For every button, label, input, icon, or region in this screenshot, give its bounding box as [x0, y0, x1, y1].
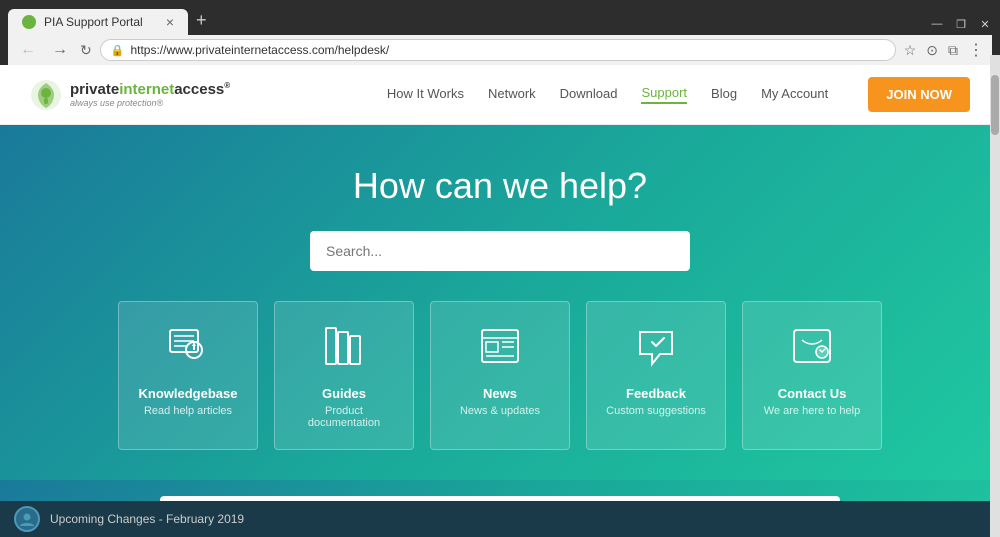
nav-download[interactable]: Download — [560, 86, 618, 103]
forward-button[interactable]: → — [48, 39, 72, 61]
active-tab[interactable]: PIA Support Portal × — [8, 9, 188, 35]
close-button[interactable]: ✕ — [978, 17, 992, 31]
site-navigation: privateinternetaccess® always use protec… — [0, 65, 1000, 125]
website-content: privateinternetaccess® always use protec… — [0, 65, 1000, 537]
feedback-title: Feedback — [603, 386, 709, 401]
nav-blog[interactable]: Blog — [711, 86, 737, 103]
minimize-button[interactable]: — — [930, 17, 944, 31]
guides-title: Guides — [291, 386, 397, 401]
logo-icon — [30, 79, 62, 111]
knowledgebase-icon — [135, 322, 241, 376]
feedback-subtitle: Custom suggestions — [603, 405, 709, 417]
cards-row: Knowledgebase Read help articles Guides … — [20, 301, 980, 450]
back-button[interactable]: ← — [16, 39, 40, 61]
address-actions: ☆ ⊙ ⧉ ⋮ — [904, 40, 984, 60]
nav-how-it-works[interactable]: How It Works — [387, 86, 464, 103]
hero-section: How can we help? — [0, 125, 1000, 480]
scrollbar[interactable] — [990, 55, 1000, 537]
browser-chrome: PIA Support Portal × + — ❒ ✕ ← → ↻ 🔒 htt… — [0, 0, 1000, 65]
logo-tagline: always use protection® — [70, 98, 230, 108]
new-tab-button[interactable]: + — [188, 6, 215, 35]
contact-card[interactable]: Contact Us We are here to help — [742, 301, 882, 450]
bottom-text: Upcoming Changes - February 2019 — [50, 512, 244, 526]
address-bar[interactable]: 🔒 https://www.privateinternetaccess.com/… — [100, 39, 896, 61]
nav-network[interactable]: Network — [488, 86, 536, 103]
news-subtitle: News & updates — [447, 405, 553, 417]
knowledgebase-subtitle: Read help articles — [135, 405, 241, 417]
feedback-card[interactable]: Feedback Custom suggestions — [586, 301, 726, 450]
address-bar-row: ← → ↻ 🔒 https://www.privateinternetacces… — [8, 35, 992, 65]
logo[interactable]: privateinternetaccess® always use protec… — [30, 79, 230, 111]
address-text: https://www.privateinternetaccess.com/he… — [130, 43, 884, 57]
logo-internet: internet — [119, 81, 174, 98]
contact-icon — [759, 322, 865, 376]
nav-my-account[interactable]: My Account — [761, 86, 828, 103]
guides-icon — [291, 322, 397, 376]
extensions-icon[interactable]: ⧉ — [948, 42, 958, 59]
join-now-button[interactable]: JOIN NOW — [868, 77, 970, 112]
refresh-button[interactable]: ↻ — [80, 42, 92, 59]
profile-icon[interactable]: ⊙ — [926, 42, 938, 59]
tab-favicon — [22, 15, 36, 29]
logo-name: privateinternetaccess® — [70, 81, 230, 98]
scrollbar-thumb[interactable] — [991, 75, 999, 135]
restore-button[interactable]: ❒ — [954, 17, 968, 31]
hero-title: How can we help? — [20, 165, 980, 207]
lock-icon: 🔒 — [111, 44, 125, 57]
browser-menu-button[interactable]: ⋮ — [968, 40, 984, 60]
logo-text: privateinternetaccess® always use protec… — [70, 81, 230, 108]
feedback-icon — [603, 322, 709, 376]
tab-title: PIA Support Portal — [44, 15, 158, 29]
search-input[interactable] — [310, 231, 690, 271]
window-controls: — ❒ ✕ — [930, 17, 992, 35]
guides-card[interactable]: Guides Product documentation — [274, 301, 414, 450]
news-icon — [447, 322, 553, 376]
nav-support[interactable]: Support — [641, 85, 687, 104]
bookmark-icon[interactable]: ☆ — [904, 42, 917, 59]
search-container — [310, 231, 690, 271]
bottom-avatar — [14, 506, 40, 532]
tab-close-button[interactable]: × — [166, 15, 174, 29]
knowledgebase-card[interactable]: Knowledgebase Read help articles — [118, 301, 258, 450]
news-card[interactable]: News News & updates — [430, 301, 570, 450]
knowledgebase-title: Knowledgebase — [135, 386, 241, 401]
contact-title: Contact Us — [759, 386, 865, 401]
contact-subtitle: We are here to help — [759, 405, 865, 417]
nav-links: How It Works Network Download Support Bl… — [387, 77, 970, 112]
guides-subtitle: Product documentation — [291, 405, 397, 429]
bottom-bar: Upcoming Changes - February 2019 — [0, 501, 1000, 537]
news-title: News — [447, 386, 553, 401]
